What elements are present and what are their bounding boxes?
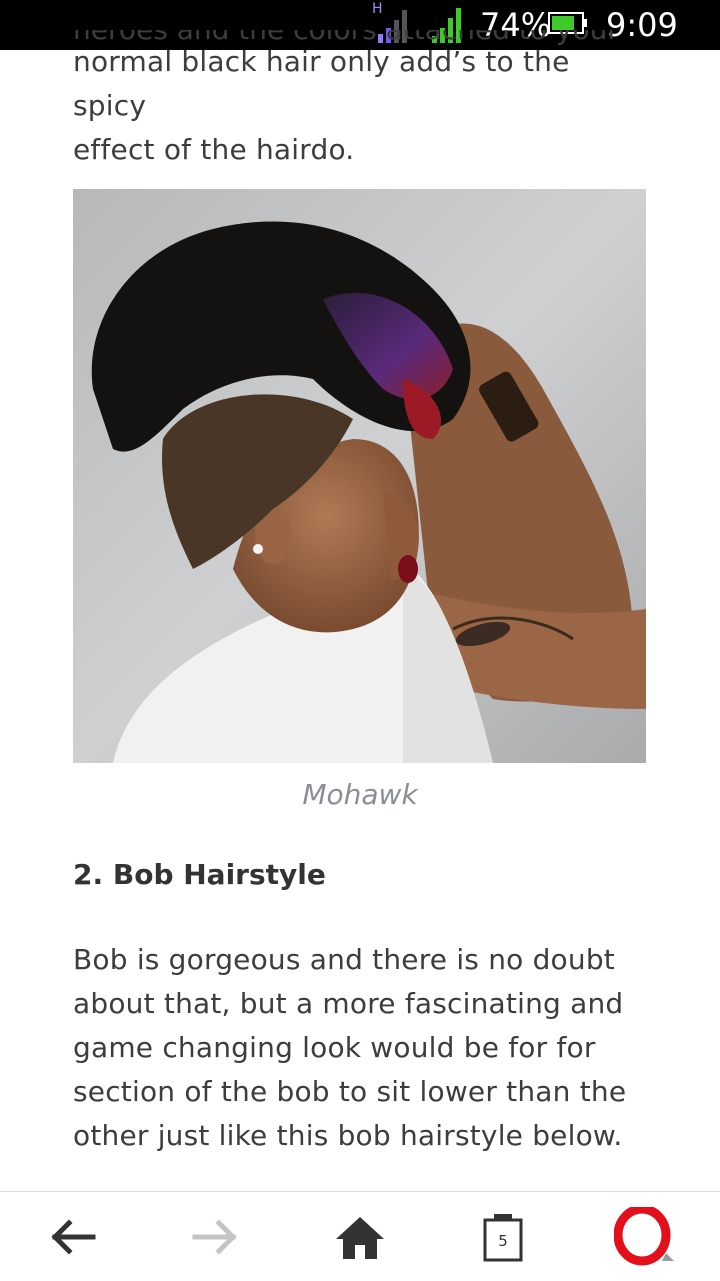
back-button[interactable] [22, 1192, 122, 1281]
opera-menu-button[interactable] [596, 1192, 696, 1281]
article-image [73, 189, 646, 763]
forward-arrow-icon [192, 1218, 237, 1255]
bob-line: Bob is gorgeous and there is no doubt [73, 943, 615, 976]
intro-line: normal black hair only add’s to the spic… [73, 45, 570, 122]
bob-line: other just like this bob hairstyle below… [73, 1119, 623, 1152]
opera-menu-icon [614, 1206, 674, 1265]
intro-cut-line-wrap: heroes and the colors attached to your [73, 30, 633, 50]
bob-line: section of the bob to sit lower than the [73, 1075, 627, 1108]
home-icon [336, 1216, 384, 1259]
tabs-button[interactable]: 5 [453, 1192, 553, 1281]
forward-button[interactable] [166, 1192, 266, 1281]
bob-line: game changing look would be for for [73, 1031, 596, 1064]
intro-line: effect of the hairdo. [73, 133, 355, 166]
figure-caption: Mohawk [302, 778, 418, 811]
back-arrow-icon [51, 1218, 96, 1255]
intro-paragraph: normal black hair only add’s to the spic… [73, 40, 633, 172]
browser-bottom-bar: 5 [0, 1191, 720, 1281]
bob-line: about that, but a more fascinating and [73, 987, 624, 1020]
tab-count: 5 [498, 1231, 508, 1250]
section-heading: 2. Bob Hairstyle [73, 858, 326, 891]
intro-cut-line: heroes and the colors attached to your [73, 30, 619, 50]
mohawk-photo [73, 189, 646, 763]
bob-paragraph: Bob is gorgeous and there is no doubt ab… [73, 938, 633, 1158]
home-button[interactable] [310, 1192, 410, 1281]
